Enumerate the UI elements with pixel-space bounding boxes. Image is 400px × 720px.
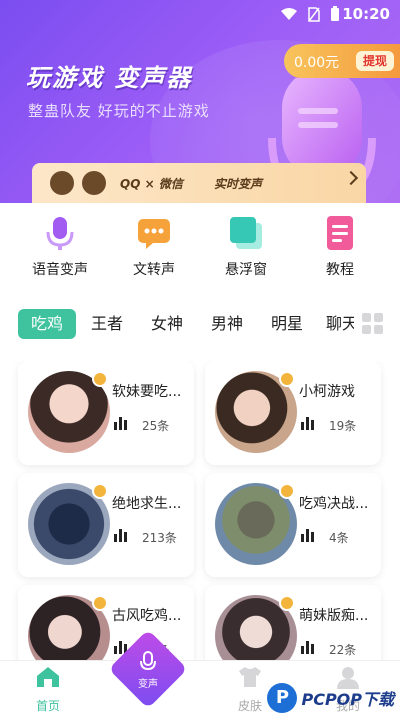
watermark: P PCPOP下载 [267,683,394,713]
grid-menu-icon[interactable] [362,313,384,335]
lock-icon [279,371,295,387]
feature-text-to-speech[interactable]: 文转声 [114,215,194,279]
voice-pack-name: 萌妹版痴... [299,608,369,624]
voice-count: 25条 [142,419,170,433]
balance-value: 0.00元 [294,55,340,71]
share-apps-label: QQ × 微信 [120,177,183,191]
voice-pack-grid: 软妹要吃... 25条 小柯游戏 19条 绝地求生... 213条 吃鸡决战..… [0,361,400,661]
floating-window-icon [228,215,264,251]
main-panel: 语音变声 文转声 悬浮窗 教程 吃鸡 王者 女神 男神 明星 聊天 软妹要吃..… [0,203,400,663]
feature-label: 语音变声 [32,262,88,278]
voice-pack-name: 软妹要吃... [112,384,182,400]
voice-change-label: 变声 [138,679,158,690]
feature-floating-window[interactable]: 悬浮窗 [206,215,286,279]
qq-icon [50,171,74,195]
tshirt-icon [239,667,261,687]
tab-chiji[interactable]: 吃鸡 [18,309,76,339]
voice-count: 19条 [329,419,357,433]
lock-icon [92,595,108,611]
status-bar: 10:20 [0,0,400,28]
nav-home[interactable]: 首页 [18,665,78,714]
watermark-text: PCPOP下载 [301,690,394,709]
status-time: 10:20 [342,5,390,23]
voice-pack-card[interactable]: 萌妹版痴... 22条 [205,585,381,661]
feature-label: 文转声 [133,262,175,278]
lock-icon [92,483,108,499]
hero-title: 玩游戏 变声器 [26,64,193,92]
voice-count: 22条 [329,643,357,657]
lock-icon [279,483,295,499]
tab-mingxing[interactable]: 明星 [264,309,310,339]
realtime-voice-bar[interactable]: QQ × 微信 实时变声 [32,163,366,203]
hero-subtitle: 整蛊队友 好玩的不止游戏 [28,102,210,120]
tab-wangzhe[interactable]: 王者 [84,309,130,339]
tab-liaotian[interactable]: 聊天 [326,309,354,339]
home-icon [37,667,59,687]
voice-pack-card[interactable]: 软妹要吃... 25条 [18,361,194,465]
feature-voice-change[interactable]: 语音变声 [20,215,100,279]
status-icons [280,6,340,22]
document-icon [322,215,358,251]
voice-pack-name: 古风吃鸡... [112,608,182,624]
no-sim-icon [308,6,320,22]
microphone-icon [140,651,156,671]
audio-bars-icon [301,529,315,542]
feature-label: 悬浮窗 [225,262,267,278]
feature-label: 教程 [326,262,354,278]
watermark-logo: P [267,683,298,713]
audio-bars-icon [114,529,128,542]
voice-pack-name: 小柯游戏 [299,384,355,400]
tab-nanshen[interactable]: 男神 [204,309,250,339]
category-tabs: 吃鸡 王者 女神 男神 明星 聊天 [0,305,400,341]
voice-pack-name: 绝地求生... [112,496,182,512]
voice-change-button-content[interactable]: 变声 [120,641,176,697]
tab-nvshen[interactable]: 女神 [144,309,190,339]
audio-bars-icon [114,417,128,430]
voice-pack-name: 吃鸡决战... [299,496,369,512]
voice-pack-card[interactable]: 小柯游戏 19条 [205,361,381,465]
microphone-icon [42,215,78,251]
wifi-icon [281,8,297,20]
voice-count: 4条 [329,531,349,545]
balance-pill[interactable]: 0.00元 提现 [284,44,400,78]
audio-bars-icon [301,641,315,654]
chevron-right-icon [343,170,359,186]
feature-row: 语音变声 文转声 悬浮窗 教程 [0,215,400,285]
lock-icon [279,595,295,611]
withdraw-button[interactable]: 提现 [356,51,394,71]
lock-icon [92,371,108,387]
battery-icon [331,6,339,21]
nav-label: 首页 [35,699,60,713]
wechat-icon [82,171,106,195]
audio-bars-icon [301,417,315,430]
voice-pack-card[interactable]: 绝地求生... 213条 [18,473,194,577]
chat-bubble-icon [136,215,172,251]
realtime-label: 实时变声 [214,177,263,191]
voice-pack-card[interactable]: 吃鸡决战... 4条 [205,473,381,577]
feature-tutorial[interactable]: 教程 [300,215,380,279]
voice-count: 213条 [142,531,177,545]
hero-banner: 10:20 玩游戏 变声器 整蛊队友 好玩的不止游戏 0.00元 提现 QQ ×… [0,0,400,210]
